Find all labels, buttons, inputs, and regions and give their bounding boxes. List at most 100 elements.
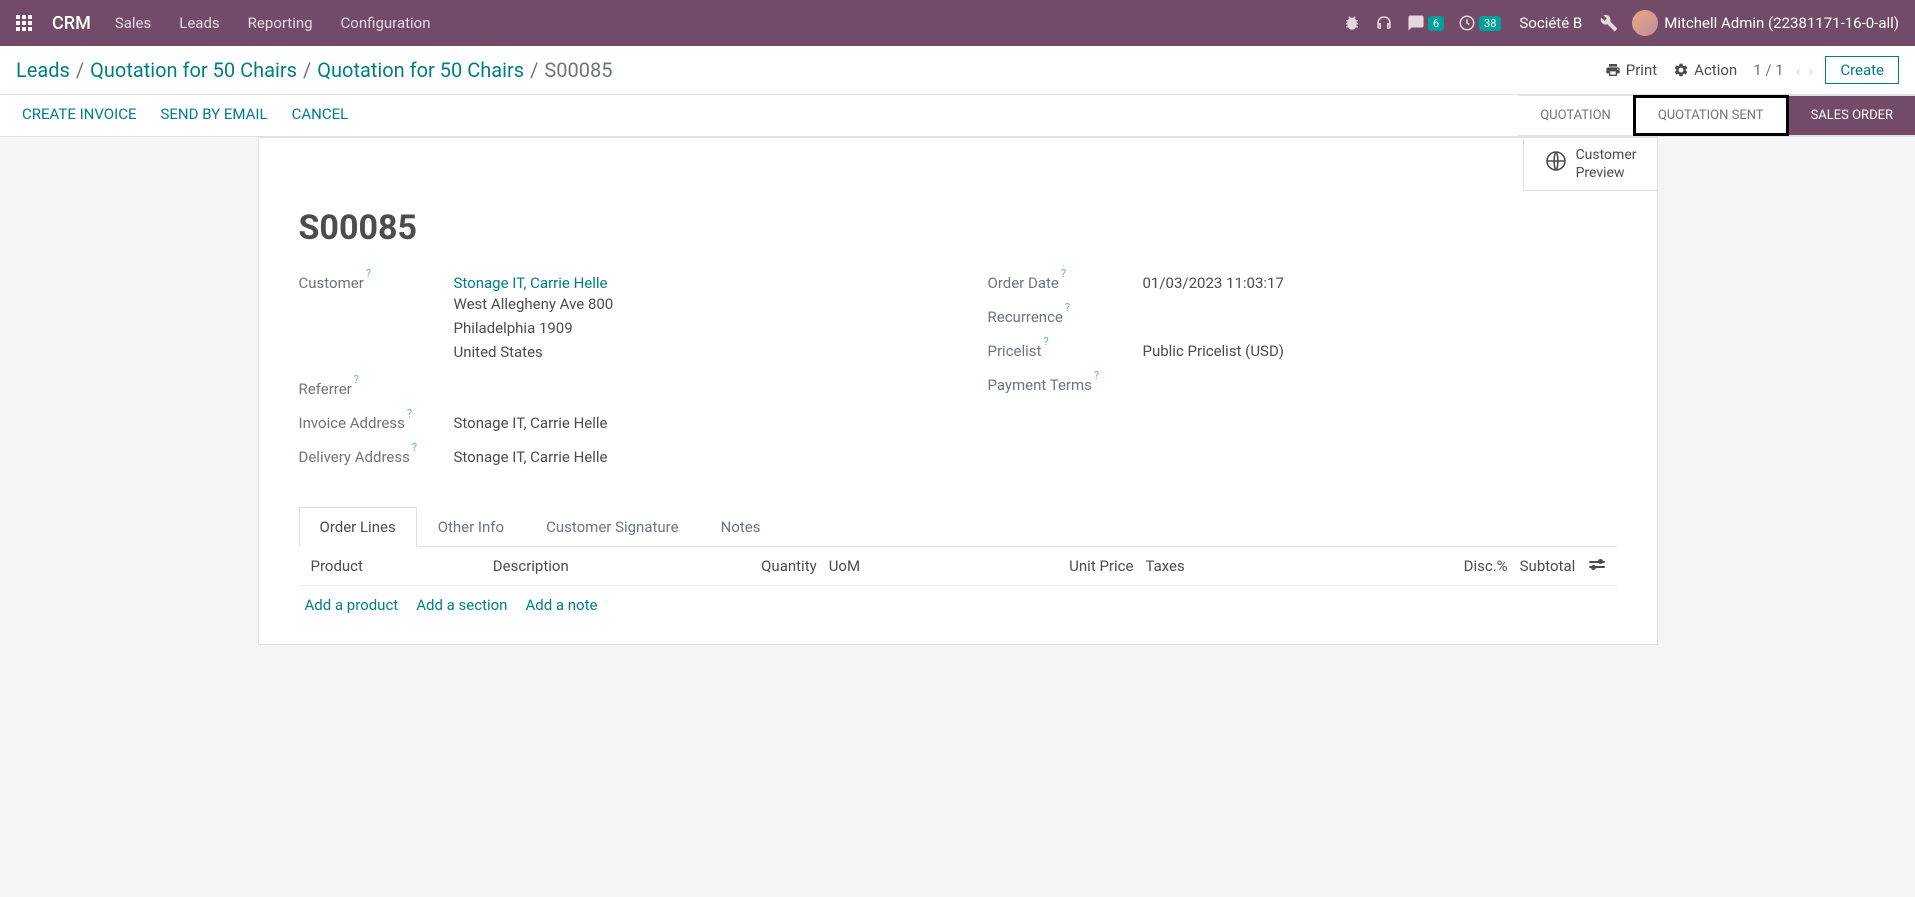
add-product-link[interactable]: Add a product [305, 596, 399, 614]
page-title: S00085 [299, 208, 1617, 248]
recurrence-field: Recurrence? [988, 306, 1617, 326]
avatar [1632, 10, 1658, 36]
breadcrumb-sep: / [76, 58, 84, 82]
company-selector[interactable]: Société B [1515, 14, 1586, 32]
form-right-col: Order Date? 01/03/2023 11:03:17 Recurren… [988, 272, 1617, 480]
payment-terms-label: Payment Terms? [988, 374, 1143, 394]
help-icon[interactable]: ? [1061, 267, 1066, 280]
breadcrumb: Leads / Quotation for 50 Chairs / Quotat… [16, 58, 612, 82]
navbar-right: 6 38 Société B Mitchell Admin (22381171-… [1343, 10, 1907, 36]
control-bar: Leads / Quotation for 50 Chairs / Quotat… [0, 46, 1915, 95]
invoice-address-value: Stonage IT, Carrie Helle [454, 414, 608, 432]
add-row: Add a product Add a section Add a note [299, 586, 1617, 624]
help-icon[interactable]: ? [1065, 301, 1070, 314]
address-line: Philadelphia 1909 [454, 316, 614, 340]
help-icon[interactable]: ? [366, 267, 371, 280]
th-product: Product [305, 557, 487, 575]
breadcrumb-quotation-2[interactable]: Quotation for 50 Chairs [317, 58, 524, 82]
form-wrap: Customer Preview S00085 Customer? Stonag… [0, 137, 1915, 685]
customer-preview-button[interactable]: Customer Preview [1523, 137, 1658, 191]
pricelist-field: Pricelist? Public Pricelist (USD) [988, 340, 1617, 360]
status-bar: QUOTATION QUOTATION SENT SALES ORDER [1518, 95, 1915, 136]
apps-icon[interactable] [8, 7, 40, 39]
help-icon[interactable]: ? [1094, 369, 1099, 382]
pricelist-value: Public Pricelist (USD) [1143, 342, 1285, 360]
messages-icon[interactable]: 6 [1407, 14, 1444, 32]
order-date-label: Order Date? [988, 272, 1143, 292]
bug-icon[interactable] [1343, 14, 1361, 32]
user-menu[interactable]: Mitchell Admin (22381171-16-0-all) [1632, 10, 1899, 36]
th-subtotal: Subtotal [1514, 557, 1582, 575]
activities-icon[interactable]: 38 [1458, 14, 1501, 32]
tools-icon[interactable] [1600, 14, 1618, 32]
nav-configuration[interactable]: Configuration [329, 4, 443, 42]
breadcrumb-sep: / [530, 58, 538, 82]
breadcrumb-leads[interactable]: Leads [16, 58, 70, 82]
status-quotation[interactable]: QUOTATION [1518, 95, 1633, 136]
th-options-icon[interactable] [1581, 557, 1610, 575]
tabs: Order Lines Other Info Customer Signatur… [299, 506, 1617, 547]
customer-preview-line1: Customer [1576, 147, 1637, 163]
action-button[interactable]: Action [1665, 57, 1745, 83]
breadcrumb-sep: / [303, 58, 311, 82]
th-description: Description [487, 557, 717, 575]
status-sales-order-label: SALES ORDER [1811, 108, 1893, 123]
tab-other-info[interactable]: Other Info [417, 507, 525, 547]
help-icon[interactable]: ? [407, 407, 412, 420]
status-sales-order[interactable]: SALES ORDER [1789, 95, 1915, 136]
globe-icon [1544, 149, 1568, 179]
customer-link[interactable]: Stonage IT, Carrie Helle [454, 274, 608, 292]
breadcrumb-current: S00085 [544, 58, 612, 82]
nav-leads[interactable]: Leads [167, 4, 231, 42]
tab-customer-signature[interactable]: Customer Signature [525, 507, 700, 547]
create-button[interactable]: Create [1825, 56, 1899, 84]
payment-terms-field: Payment Terms? [988, 374, 1617, 394]
nav-menu: Sales Leads Reporting Configuration [103, 4, 443, 42]
add-section-link[interactable]: Add a section [416, 596, 507, 614]
user-name: Mitchell Admin (22381171-16-0-all) [1664, 14, 1899, 32]
help-icon[interactable]: ? [1043, 335, 1048, 348]
tab-notes[interactable]: Notes [700, 507, 782, 547]
table-header: Product Description Quantity UoM Unit Pr… [299, 547, 1617, 586]
status-quotation-sent-label: QUOTATION SENT [1658, 108, 1764, 123]
pager-next-icon[interactable]: › [1805, 61, 1818, 80]
customer-label: Customer? [299, 272, 454, 292]
messages-badge: 6 [1428, 16, 1444, 31]
pager-prev-icon[interactable]: ‹ [1792, 61, 1805, 80]
invoice-address-field: Invoice Address? Stonage IT, Carrie Hell… [299, 412, 928, 432]
status-quotation-label: QUOTATION [1540, 108, 1611, 123]
order-date-value: 01/03/2023 11:03:17 [1143, 274, 1284, 292]
address-line: West Allegheny Ave 800 [454, 292, 614, 316]
add-note-link[interactable]: Add a note [525, 596, 597, 614]
th-disc: Disc.% [1408, 557, 1514, 575]
tab-order-lines[interactable]: Order Lines [299, 507, 417, 547]
customer-preview-line2: Preview [1576, 165, 1625, 181]
invoice-address-label: Invoice Address? [299, 412, 454, 432]
nav-reporting[interactable]: Reporting [236, 4, 325, 42]
address-line: United States [454, 340, 614, 364]
referrer-label: Referrer? [299, 378, 454, 398]
action-bar: CREATE INVOICE SEND BY EMAIL CANCEL QUOT… [0, 95, 1915, 137]
create-invoice-button[interactable]: CREATE INVOICE [0, 95, 149, 136]
brand-label[interactable]: CRM [40, 13, 103, 34]
customer-value: Stonage IT, Carrie Helle West Allegheny … [454, 274, 614, 364]
order-date-field: Order Date? 01/03/2023 11:03:17 [988, 272, 1617, 292]
customer-field: Customer? Stonage IT, Carrie Helle West … [299, 272, 928, 364]
support-icon[interactable] [1375, 14, 1393, 32]
breadcrumb-quotation-1[interactable]: Quotation for 50 Chairs [90, 58, 297, 82]
action-label: Action [1694, 61, 1737, 79]
help-icon[interactable]: ? [354, 373, 359, 386]
nav-sales[interactable]: Sales [103, 4, 163, 42]
delivery-address-field: Delivery Address? Stonage IT, Carrie Hel… [299, 446, 928, 466]
gear-icon [1673, 62, 1689, 78]
help-icon[interactable]: ? [412, 441, 417, 454]
cancel-button[interactable]: CANCEL [280, 95, 361, 136]
status-quotation-sent[interactable]: QUOTATION SENT [1633, 95, 1789, 136]
delivery-address-label: Delivery Address? [299, 446, 454, 466]
referrer-field: Referrer? [299, 378, 928, 398]
form-columns: Customer? Stonage IT, Carrie Helle West … [299, 272, 1617, 480]
print-icon [1605, 62, 1621, 78]
print-button[interactable]: Print [1597, 57, 1665, 83]
send-email-button[interactable]: SEND BY EMAIL [149, 95, 280, 136]
sliders-icon [1589, 558, 1605, 571]
